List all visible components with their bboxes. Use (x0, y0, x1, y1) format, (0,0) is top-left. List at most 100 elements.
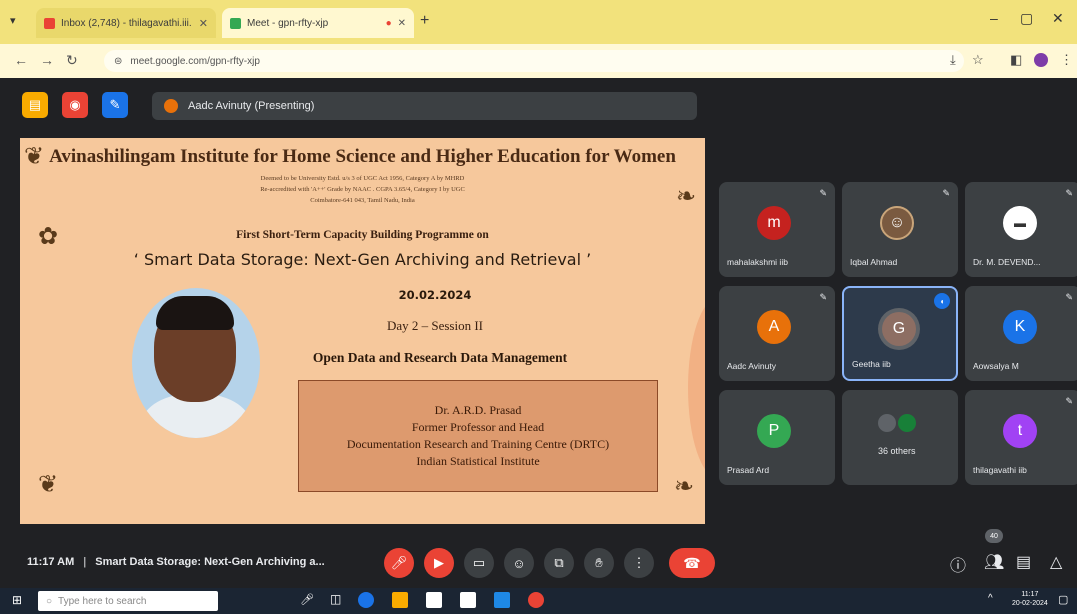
presenting-banner: Aadc Avinuty (Presenting) (152, 92, 697, 120)
programme-label: First Short-Term Capacity Building Progr… (236, 229, 489, 241)
leaf-ornament-icon: ❧ (674, 473, 695, 500)
gmail-icon (44, 17, 55, 29)
leaf-ornament-icon: ❦ (38, 471, 59, 498)
others-tile[interactable]: 36 others (842, 390, 958, 485)
participant-tile[interactable]: ✎ m mahalakshmi iib (719, 182, 835, 277)
app-icon[interactable] (494, 592, 510, 608)
participant-tile[interactable]: ✎ A Aadc Avinuty (719, 286, 835, 381)
mic-muted-icon: ✎ (819, 188, 827, 198)
meeting-title: Smart Data Storage: Next-Gen Archiving a… (95, 556, 325, 568)
session-date: 20.02.2024 (398, 288, 472, 302)
meeting-time: 11:17 AM (27, 556, 75, 568)
address-bar[interactable]: ⊜ meet.google.com/gpn-rfty-xjp (104, 50, 964, 72)
back-icon[interactable]: ← (14, 52, 28, 68)
leave-call-button[interactable]: ☎ (669, 548, 715, 578)
file-explorer-icon[interactable] (392, 592, 408, 608)
session-day: Day 2 – Session II (386, 318, 484, 333)
mic-muted-icon: ✎ (1065, 292, 1073, 302)
participant-tile-speaking[interactable]: ◖ G Geetha iib (842, 286, 958, 381)
avatar: P (757, 414, 791, 448)
chat-icon[interactable]: ▤ (1016, 552, 1031, 572)
raise-hand-button[interactable]: ✋︎ (584, 548, 614, 578)
speaking-indicator-icon: ◖ (934, 293, 950, 309)
speaker-box: Dr. A.R.D. Prasad Former Professor and H… (298, 380, 658, 492)
participant-tile[interactable]: ✎ t thilagavathi iib (965, 390, 1077, 485)
tray-chevron-icon[interactable]: ^ (988, 593, 993, 604)
avatar: m (757, 206, 791, 240)
site-info-icon[interactable]: ⊜ (114, 56, 122, 67)
mic-muted-icon: ✎ (942, 188, 950, 198)
people-icon[interactable]: 👥︎ (984, 552, 1004, 572)
taskbar-clock[interactable]: 11:17 20-02-2024 (1012, 590, 1048, 608)
meeting-info: 11:17 AM | Smart Data Storage: Next-Gen … (27, 556, 325, 568)
tab-inbox[interactable]: Inbox (2,748) - thilagavathi.iii. ✕ (36, 8, 216, 38)
meeting-details-icon[interactable]: ⓘ (950, 552, 966, 576)
participant-tile[interactable]: ✎ ▬ Dr. M. DEVEND... (965, 182, 1077, 277)
search-icon: ○ (46, 595, 53, 607)
mail-icon[interactable] (460, 592, 476, 608)
emoji-button[interactable]: ☺ (504, 548, 534, 578)
session-topic: Open Data and Research Data Management (312, 350, 568, 365)
institution-line-2: Re-accredited with 'A++' Grade by NAAC .… (260, 186, 465, 193)
participant-name: Dr. M. DEVEND... (973, 257, 1041, 267)
participant-name: Aadc Avinuty (727, 361, 776, 371)
institution-line-1: Deemed to be University Estd. u/s 3 of U… (260, 175, 465, 182)
speaker-institute: Indian Statistical Institute (416, 454, 540, 468)
participant-name: Aowsalya M (973, 361, 1019, 371)
participant-tile[interactable]: ✎ ☺ Iqbal Ahmad (842, 182, 958, 277)
chrome-icon[interactable] (528, 592, 544, 608)
more-options-button[interactable]: ⋮ (624, 548, 654, 578)
avatar: ☺ (880, 206, 914, 240)
notifications-icon[interactable]: ▢ (1058, 593, 1068, 606)
task-view-icon[interactable]: ◫ (330, 592, 341, 606)
presenter-avatar (164, 99, 178, 113)
forward-icon[interactable]: → (40, 52, 54, 68)
activities-shapes-icon[interactable]: △ (1050, 552, 1062, 572)
side-panel-icon[interactable]: ◧ (1010, 52, 1022, 68)
edge-icon[interactable] (358, 592, 374, 608)
whiteboard-icon[interactable]: ✎ (102, 92, 128, 118)
participant-count-badge: 40 (985, 529, 1003, 543)
separator: | (83, 556, 87, 568)
shared-slide: ❦ ✿ ❧ ❦ ❧ Avinashilingam Institute for H… (20, 138, 705, 524)
mic-icon[interactable]: 🎤︎ (300, 593, 314, 606)
download-icon[interactable]: ⤓ (950, 52, 956, 68)
menu-icon[interactable]: ⋮ (1060, 52, 1073, 68)
tab-title: Inbox (2,748) - thilagavathi.iii. (61, 17, 192, 29)
store-icon[interactable] (426, 592, 442, 608)
activities-icon[interactable]: ▤ (22, 92, 48, 118)
camera-off-button[interactable]: ▶ (424, 548, 454, 578)
profile-avatar[interactable] (1034, 53, 1048, 67)
close-tab-icon[interactable]: ✕ (199, 17, 208, 30)
recording-dot-icon: ● (385, 17, 392, 29)
reload-icon[interactable]: ↻ (66, 52, 78, 69)
institution-title: Avinashilingam Institute for Home Scienc… (49, 146, 676, 167)
tab-meet[interactable]: Meet - gpn-rfty-xjp ● ✕ (222, 8, 414, 38)
restore-button[interactable]: ▢ (1020, 10, 1033, 27)
participant-name: Prasad Ard (727, 465, 770, 475)
taskbar-search[interactable]: ○ Type here to search (38, 591, 218, 611)
speaker-role: Former Professor and Head (411, 420, 545, 434)
participant-tile[interactable]: ✎ K Aowsalya M (965, 286, 1077, 381)
avatar: ▬ (1003, 206, 1037, 240)
avatar: G (882, 312, 916, 346)
present-button[interactable]: ⧉ (544, 548, 574, 578)
new-tab-button[interactable]: + (420, 12, 429, 30)
windows-start-icon[interactable]: ⊞ (12, 593, 22, 607)
close-tab-icon[interactable]: ✕ (398, 18, 406, 29)
bookmark-star-icon[interactable]: ☆ (972, 52, 984, 68)
tab-search-icon[interactable]: ▾ (10, 14, 16, 27)
others-label: 36 others (878, 446, 916, 456)
presenting-label: Aadc Avinuty (Presenting) (188, 100, 315, 112)
mic-muted-icon: ✎ (1065, 188, 1073, 198)
others-avatars (878, 414, 916, 432)
close-window-button[interactable]: ✕ (1052, 10, 1064, 27)
mic-muted-icon: ✎ (819, 292, 827, 302)
captions-button[interactable]: ▭ (464, 548, 494, 578)
minimize-button[interactable]: – (990, 10, 998, 26)
participant-name: Geetha iib (852, 359, 891, 369)
record-icon[interactable]: ◉ (62, 92, 88, 118)
participant-tile[interactable]: P Prasad Ard (719, 390, 835, 485)
mic-off-button[interactable]: 🎤︎ (384, 548, 414, 578)
clock-date: 20-02-2024 (1012, 600, 1048, 607)
